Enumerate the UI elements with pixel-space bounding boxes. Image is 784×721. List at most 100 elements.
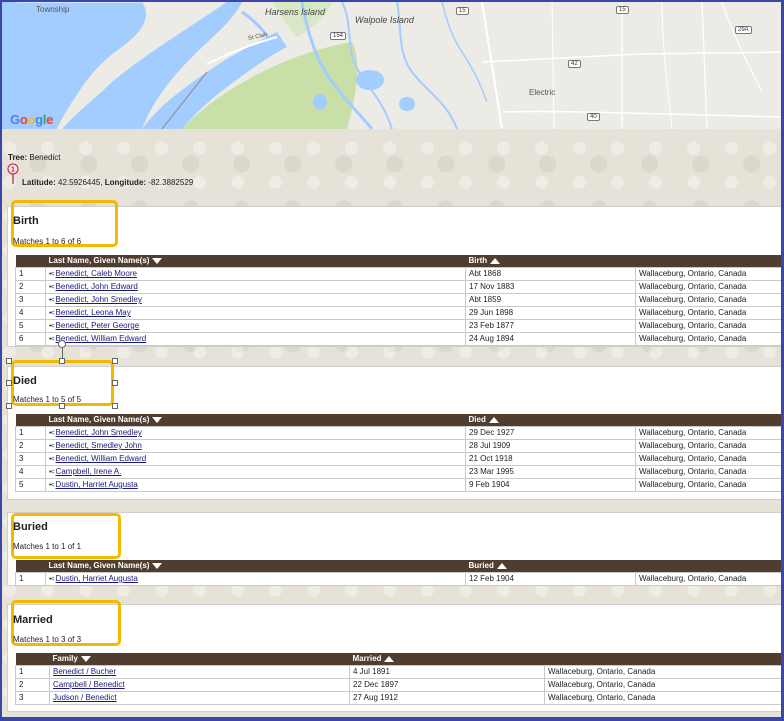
row-number: 1 [15,425,46,440]
table-row: 3 Judson / Benedict 27 Aug 1912 Wallaceburg… [15,690,781,705]
col-date-header[interactable]: Buried [465,560,636,572]
person-link[interactable]: Dustin, Harriet Augusta [56,574,138,583]
row-number: 1 [15,664,50,679]
family-link[interactable]: Campbell / Benedict [53,680,125,689]
col-name-header[interactable]: Last Name, Given Name(s) [45,414,466,426]
map-label-township: Township [36,5,70,14]
name-cell: •< Benedict, William Edward [45,331,466,346]
sort-desc-icon [80,656,91,663]
date-cell: 12 Feb 1904 [465,571,636,586]
place-cell: Wallaceburg, Ontario, Canada [635,331,781,346]
tree-value: Benedict [29,153,61,162]
sort-asc-icon [496,563,507,570]
row-number: 5 [15,318,46,333]
section-title: Birth [13,215,39,227]
col-place-header [635,255,781,267]
family-tree-icon[interactable]: •< [49,297,54,304]
date-cell: 22 Dec 1897 [349,677,545,692]
name-cell: •< Dustin, Harriet Augusta [45,477,466,492]
person-link[interactable]: Benedict, William Edward [56,334,147,343]
family-tree-icon[interactable]: •< [49,323,54,330]
date-cell: 23 Mar 1995 [465,464,636,479]
map-view[interactable]: Township Harsens Island Walpole Island E… [2,2,781,129]
section-buried: Buried Matches 1 to 1 of 1 Last Name, Gi… [7,512,781,586]
name-cell: Campbell / Benedict [49,677,350,692]
person-link[interactable]: Benedict, Leona May [56,308,131,317]
family-tree-icon[interactable]: •< [49,284,54,291]
road-shield: 15 [616,6,629,14]
resize-handle[interactable] [6,380,12,386]
name-cell: •< Benedict, Leona May [45,305,466,320]
family-tree-icon[interactable]: •< [49,271,54,278]
person-link[interactable]: Benedict, William Edward [56,454,147,463]
name-cell: •< Benedict, William Edward [45,451,466,466]
name-cell: •< Benedict, Smedley John [45,438,466,453]
section-matches: Matches 1 to 5 of 5 [13,395,82,404]
tree-info: Tree: Benedict [8,153,61,162]
family-tree-icon[interactable]: •< [49,430,54,437]
col-place-header [635,414,781,426]
col-number [15,414,46,426]
sort-asc-icon [488,417,499,424]
row-number: 1 [15,571,46,586]
resize-handle[interactable] [6,403,12,409]
col-date-header[interactable]: Married [349,653,545,665]
col-name-header[interactable]: Last Name, Given Name(s) [45,560,466,572]
name-cell: •< Benedict, Peter George [45,318,466,333]
resize-handle[interactable] [112,403,118,409]
person-link[interactable]: Benedict, Peter George [56,321,140,330]
person-link[interactable]: Benedict, John Smedley [56,428,142,437]
resize-handle[interactable] [112,358,118,364]
road-shield: 15 [456,7,469,15]
person-link[interactable]: Benedict, Smedley John [56,441,142,450]
page-frame: Township Harsens Island Walpole Island E… [0,0,784,721]
latitude-value: 42.5926445 [58,178,101,187]
place-cell: Wallaceburg, Ontario, Canada [635,464,781,479]
resize-handle[interactable] [59,403,65,409]
col-name-header[interactable]: Last Name, Given Name(s) [45,255,466,267]
row-number: 4 [15,464,46,479]
resize-handle[interactable] [112,380,118,386]
col-number [15,653,50,665]
row-number: 3 [15,292,46,307]
family-tree-icon[interactable]: •< [49,469,54,476]
family-tree-icon[interactable]: •< [49,336,54,343]
col-family-header[interactable]: Family [49,653,350,665]
table-row: 1 Benedict / Bucher 4 Jul 1891 Wallaceburg,… [15,664,781,679]
table-row: 4 •< Campbell, Irene A. 23 Mar 1995 Wallaceb… [15,464,781,479]
name-cell: •< Benedict, Caleb Moore [45,266,466,281]
person-link[interactable]: Benedict, John Smedley [56,295,142,304]
family-tree-icon[interactable]: •< [49,456,54,463]
sort-desc-icon [152,258,163,265]
table-row: 5 •< Benedict, Peter George 23 Feb 1877 Wall… [15,318,781,333]
name-cell: •< Campbell, Irene A. [45,464,466,479]
place-cell: Wallaceburg, Ontario, Canada [635,438,781,453]
person-link[interactable]: Benedict, John Edward [56,282,138,291]
map-pin-icon[interactable]: 1 [7,163,19,185]
family-link[interactable]: Benedict / Bucher [53,667,116,676]
family-link[interactable]: Judson / Benedict [53,693,117,702]
row-number: 6 [15,331,46,346]
col-place-header [635,560,781,572]
resize-handle[interactable] [6,358,12,364]
col-date-header[interactable]: Died [465,414,636,426]
family-tree-icon[interactable]: •< [49,443,54,450]
person-link[interactable]: Benedict, Caleb Moore [56,269,137,278]
road-shield: 40 [587,113,600,121]
family-tree-icon[interactable]: •< [49,310,54,317]
person-link[interactable]: Dustin, Harriet Augusta [56,480,138,489]
family-tree-icon[interactable]: •< [49,482,54,489]
family-tree-icon[interactable]: •< [49,576,54,583]
date-cell: 27 Aug 1912 [349,690,545,705]
date-cell: Abt 1868 [465,266,636,281]
date-cell: 9 Feb 1904 [465,477,636,492]
place-cell: Wallaceburg, Ontario, Canada [635,425,781,440]
rotate-handle-icon[interactable] [58,340,66,348]
section-birth: Birth Matches 1 to 6 of 6 Last Name, Giv… [7,200,781,347]
resize-handle[interactable] [59,358,65,364]
section-died: Died Matches 1 to 5 of 5 Last Name, Give… [7,360,781,500]
map-label-electric: Electric [529,88,556,97]
table-row: 6 •< Benedict, William Edward 24 Aug 1894 Wa… [15,331,781,346]
person-link[interactable]: Campbell, Irene A. [56,467,122,476]
col-date-header[interactable]: Birth [465,255,636,267]
